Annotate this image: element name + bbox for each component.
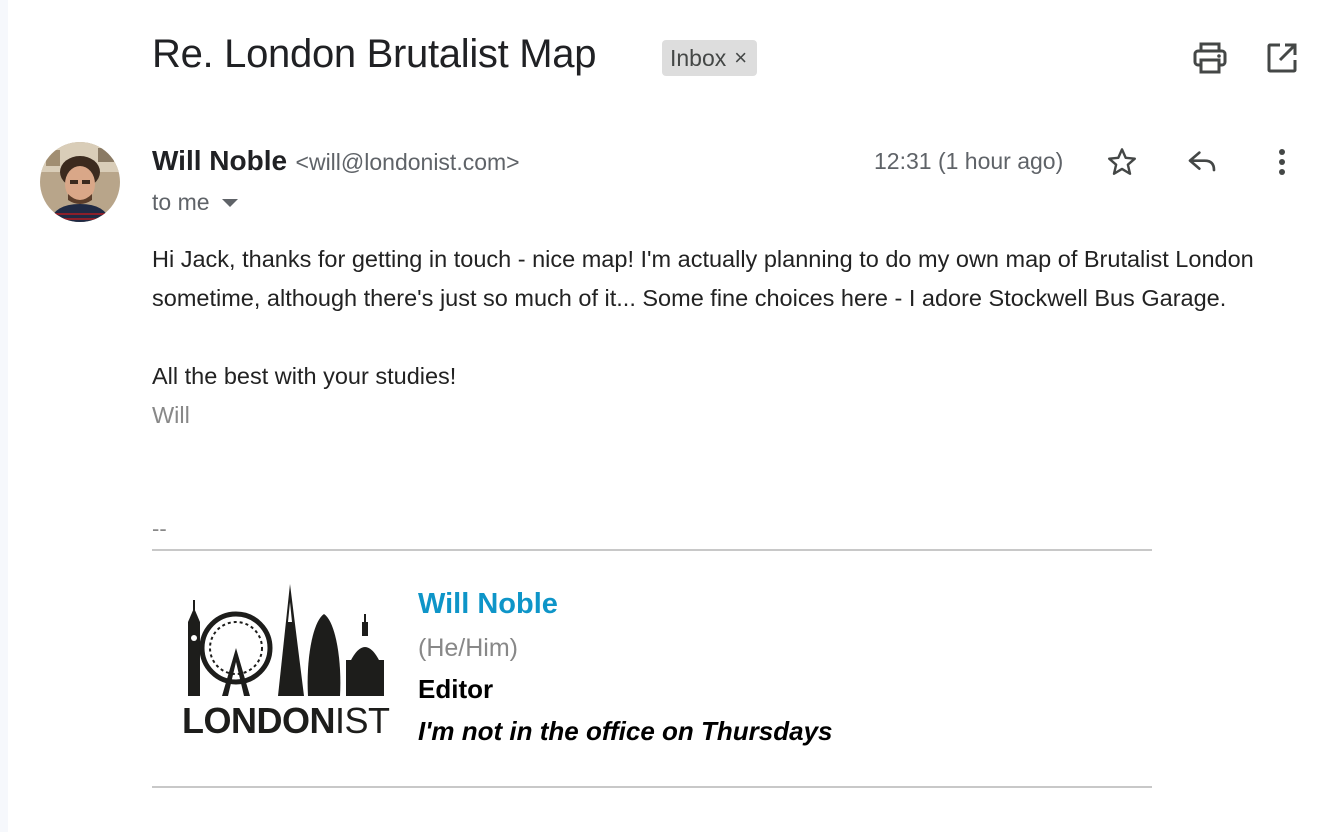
logo-wordmark: LONDONIST — [182, 700, 390, 741]
recipient-label: to me — [152, 189, 210, 215]
star-icon[interactable] — [1102, 142, 1142, 182]
signature-name-link[interactable]: Will Noble — [418, 588, 558, 621]
email-timestamp: 12:31 (1 hour ago) — [874, 148, 1064, 174]
email-subject: Re. London Brutalist Map — [152, 32, 597, 76]
signature-note: I'm not in the office on Thursdays — [418, 716, 833, 746]
chevron-down-icon[interactable] — [221, 198, 238, 207]
signature-pronouns: (He/Him) — [418, 634, 518, 662]
body-signoff: Will — [152, 402, 190, 428]
londonist-logo: LONDONIST — [182, 582, 390, 742]
email-view: Re. London Brutalist Map Inbox × Will No… — [8, 0, 1342, 832]
more-vert-icon[interactable] — [1262, 142, 1302, 182]
signature-divider-top — [152, 549, 1152, 551]
open-in-new-window-icon[interactable] — [1262, 38, 1302, 78]
body-paragraph: Hi Jack, thanks for getting in touch - n… — [152, 246, 1254, 311]
remove-label-icon[interactable]: × — [734, 47, 747, 69]
recipient-details-toggle[interactable]: to me — [152, 189, 238, 216]
sender-avatar[interactable] — [40, 142, 120, 222]
signature-divider-bottom — [152, 786, 1152, 788]
sender-name[interactable]: Will Noble — [152, 145, 287, 176]
signature-title: Editor — [418, 674, 494, 704]
inbox-label-chip[interactable]: Inbox × — [662, 40, 758, 76]
print-icon[interactable] — [1190, 38, 1230, 78]
sender-email: <will@londonist.com> — [295, 149, 520, 175]
reply-icon[interactable] — [1182, 142, 1222, 182]
signature-separator: -- — [152, 516, 167, 541]
label-chip-text: Inbox — [670, 44, 727, 71]
sender-line: Will Noble <will@londonist.com> — [152, 145, 520, 177]
email-body: Hi Jack, thanks for getting in touch - n… — [152, 240, 1302, 435]
body-paragraph: All the best with your studies! — [152, 363, 457, 389]
